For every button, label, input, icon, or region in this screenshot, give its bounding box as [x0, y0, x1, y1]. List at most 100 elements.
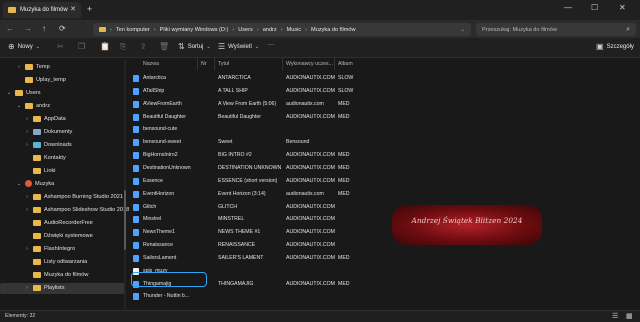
sidebar-item[interactable]: Kontakty — [24, 152, 66, 163]
file-row[interactable]: Beautiful Daughter Beautiful Daughter AUDI… — [129, 112, 509, 123]
chevron-right-icon[interactable]: › — [24, 246, 30, 252]
more-options-button[interactable]: ··· — [268, 42, 274, 48]
file-row[interactable]: SailorsLament SAILER'S LAMENT AUDIONAUTIX.… — [129, 253, 509, 264]
cut-icon[interactable]: ✂ — [57, 42, 64, 51]
sidebar-item[interactable]: › Temp — [16, 61, 50, 72]
new-tab-button[interactable]: + — [87, 4, 92, 14]
new-button[interactable]: ⊕ Nowy ⌄ — [8, 42, 40, 51]
close-window-button[interactable]: ✕ — [619, 3, 626, 12]
breadcrumb-item[interactable]: andrz — [263, 27, 277, 33]
search-input[interactable]: Przeszukaj: Muzyka do filmów ⌕ — [476, 23, 636, 36]
close-tab-icon[interactable]: ✕ — [70, 5, 76, 13]
documents-icon — [33, 128, 41, 135]
chevron-right-icon[interactable]: › — [24, 129, 30, 135]
folder-icon — [25, 76, 33, 83]
sidebar-item[interactable]: › AppData — [24, 113, 66, 124]
up-arrow-icon[interactable]: ↑ — [42, 24, 46, 33]
file-row[interactable]: Antarctica ANTARCTICA AUDIONAUTIX.COM SLOW — [129, 73, 509, 84]
file-row[interactable]: bensound-sweet Sweet Bensound — [129, 137, 509, 148]
file-name: Essence — [143, 177, 163, 184]
chevron-down-icon[interactable]: ⌄ — [6, 90, 12, 96]
back-arrow-icon[interactable]: ← — [6, 24, 14, 33]
sidebar-item[interactable]: › Dokumenty — [24, 126, 72, 137]
sidebar-scrollbar[interactable] — [124, 60, 126, 310]
tiles-view-icon[interactable]: ▦ — [626, 312, 633, 320]
breadcrumb-item[interactable]: Users — [238, 27, 253, 33]
file-artist: AUDIONAUTIX.COM — [286, 164, 335, 171]
file-row[interactable]: ATallShip A TALL SHIP AUDIONAUTIX.COM SLOW — [129, 86, 509, 97]
sidebar-item[interactable]: › Playlists — [24, 282, 65, 293]
chevron-right-icon[interactable]: › — [16, 64, 22, 70]
chevron-right-icon[interactable]: › — [24, 285, 30, 291]
chevron-down-icon[interactable]: ⌄ — [16, 103, 22, 109]
sidebar-item[interactable]: ⌄ Muzyka — [16, 178, 54, 189]
sort-button[interactable]: ⇅ Sortuj ⌄ — [178, 42, 211, 51]
column-header-number[interactable]: Nr — [201, 61, 206, 67]
sidebar-item-label: Muzyka — [35, 180, 55, 187]
details-view-icon[interactable]: ☰ — [612, 312, 618, 320]
column-header-album[interactable]: Album — [338, 61, 353, 67]
file-row[interactable]: EventHorizon Event Horizon (3:14) audionau… — [129, 189, 509, 200]
sidebar-item[interactable]: Listy odtwarzania — [24, 256, 87, 267]
sidebar-item[interactable]: Muzyka do filmów — [24, 269, 88, 280]
file-artist: AUDIONAUTIX.COM — [286, 177, 335, 184]
rename-icon[interactable]: ⎘ — [120, 42, 126, 52]
sidebar-item[interactable]: › Downloads — [24, 139, 72, 150]
chevron-right-icon[interactable]: › — [24, 142, 30, 148]
file-title: GLITCH — [218, 203, 238, 210]
sidebar-item[interactable]: Dźwięki systemowe — [24, 230, 93, 241]
chevron-down-icon: ⌄ — [206, 43, 211, 50]
file-row[interactable]: BigHornsIntro2 BIG INTRO #2 AUDIONAUTIX.CO… — [129, 150, 509, 161]
file-artist: AUDIONAUTIX.COM — [286, 87, 335, 94]
file-title: Sweet — [218, 139, 233, 146]
sidebar-item[interactable]: › FlashIntegro — [24, 243, 75, 254]
share-icon[interactable]: ⇪ — [140, 42, 147, 51]
maximize-button[interactable]: ☐ — [591, 3, 598, 12]
file-title: DESTINATION UNKNOWN — [218, 164, 282, 171]
sidebar-item[interactable]: ⌄ Users — [6, 87, 41, 98]
column-header-title[interactable]: Tytuł — [218, 61, 229, 67]
column-header-artists[interactable]: Wykonawcy uczes... — [286, 61, 333, 67]
title-bar: Muzyka do filmów ✕ + — ☐ ✕ — [0, 0, 640, 20]
copy-icon[interactable]: ❐ — [78, 42, 85, 51]
navigation-bar: ← → ↑ ⟳ › Ten komputer › Pliki wymiany W… — [0, 20, 640, 38]
tab-muzyka-do-filmow[interactable]: Muzyka do filmów ✕ — [3, 2, 81, 18]
file-name: BigHornsIntro2 — [143, 152, 178, 159]
chevron-right-icon[interactable]: › — [24, 207, 30, 213]
file-row[interactable]: AViewFromEarth A View From Earth (5:06) au… — [129, 99, 509, 110]
delete-icon[interactable]: 🗑 — [159, 42, 169, 51]
sidebar-item-label: Ashampoo Slideshow Studio 2018 — [44, 206, 130, 213]
paste-icon[interactable]: 📋 — [100, 42, 110, 51]
file-row[interactable]: bensound-cute — [129, 124, 509, 135]
file-row[interactable]: DestinationUnknown DESTINATION UNKNOWN AUD… — [129, 163, 509, 174]
breadcrumb-item[interactable]: Music — [287, 27, 302, 33]
refresh-icon[interactable]: ⟳ — [59, 24, 66, 33]
sidebar-item[interactable]: ⌄ andrz — [16, 100, 50, 111]
sidebar-item[interactable]: Uplay_temp — [16, 74, 66, 85]
file-row[interactable]: Essence ESSENCE (short version) AUDIONAUTI… — [129, 176, 509, 187]
sidebar-item[interactable]: › Ashampoo Slideshow Studio 2018 — [24, 204, 129, 215]
address-bar[interactable]: › Ten komputer › Pliki wymiany Windows (… — [93, 23, 471, 36]
sidebar-item[interactable]: › Ashampoo Burning Studio 2021 — [24, 191, 123, 202]
sort-icon: ⇅ — [178, 42, 185, 51]
sidebar-item[interactable]: AudioRecorderFree — [24, 217, 93, 228]
sidebar-scrollbar-thumb[interactable] — [124, 190, 126, 250]
column-header-name[interactable]: Nazwa — [143, 61, 159, 67]
forward-arrow-icon[interactable]: → — [24, 24, 32, 33]
view-button[interactable]: ☰ Wyświetl ⌄ — [218, 42, 259, 51]
minimize-button[interactable]: — — [564, 3, 572, 12]
sidebar-item-label: Muzyka do filmów — [44, 271, 89, 278]
breadcrumb-item[interactable]: Pliki wymiany Windows (D:) — [160, 27, 229, 33]
sidebar-item[interactable]: Linki — [24, 165, 56, 176]
chevron-right-icon[interactable]: › — [24, 194, 30, 200]
chevron-down-icon[interactable]: ⌄ — [16, 181, 22, 187]
breadcrumb-item[interactable]: Ten komputer — [116, 27, 150, 33]
chevron-right-icon[interactable]: › — [24, 116, 30, 122]
breadcrumb-item[interactable]: Muzyka do filmów — [311, 27, 355, 33]
audio-file-icon — [133, 190, 139, 198]
details-pane-button[interactable]: ▣ Szczegóły — [596, 42, 634, 51]
file-row[interactable]: Thunder - Nuttin b... — [129, 291, 509, 302]
file-title: RENAISSANCE — [218, 242, 256, 249]
audio-file-icon — [133, 229, 139, 237]
chevron-down-icon[interactable]: ⌄ — [460, 27, 465, 33]
